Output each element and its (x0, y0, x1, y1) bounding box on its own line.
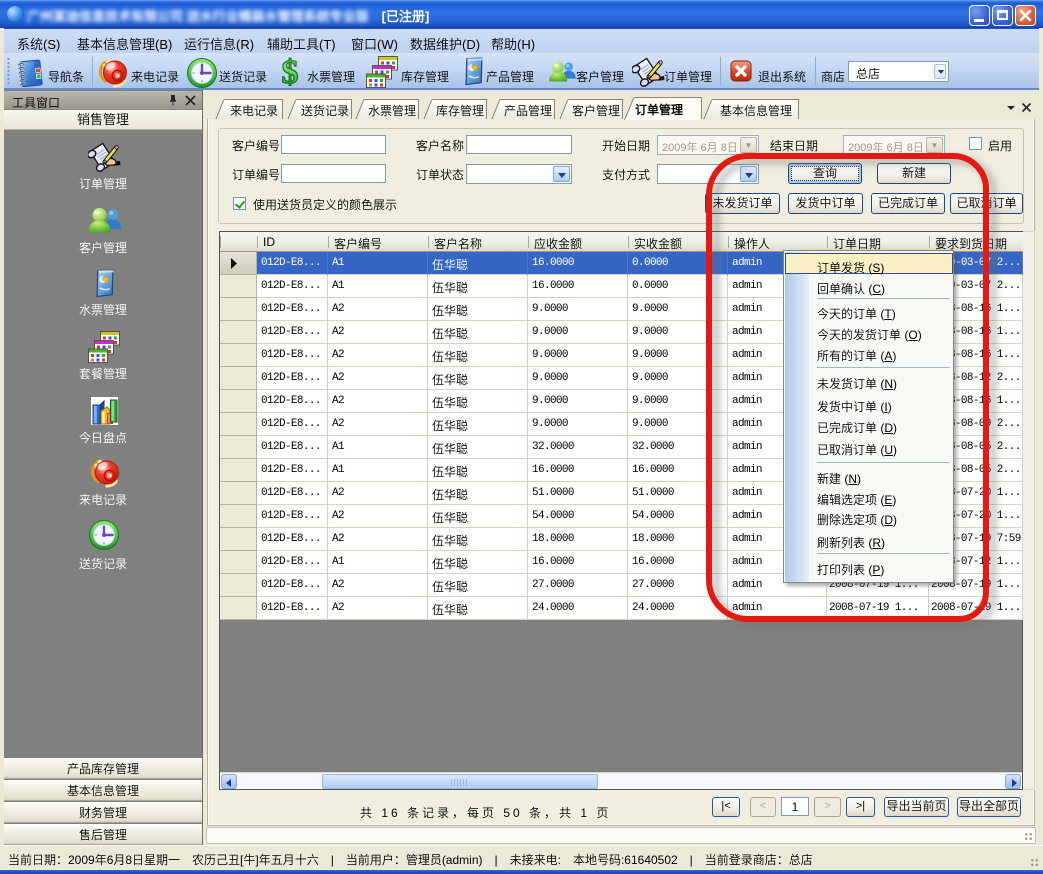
svg-text:$: $ (282, 55, 299, 89)
